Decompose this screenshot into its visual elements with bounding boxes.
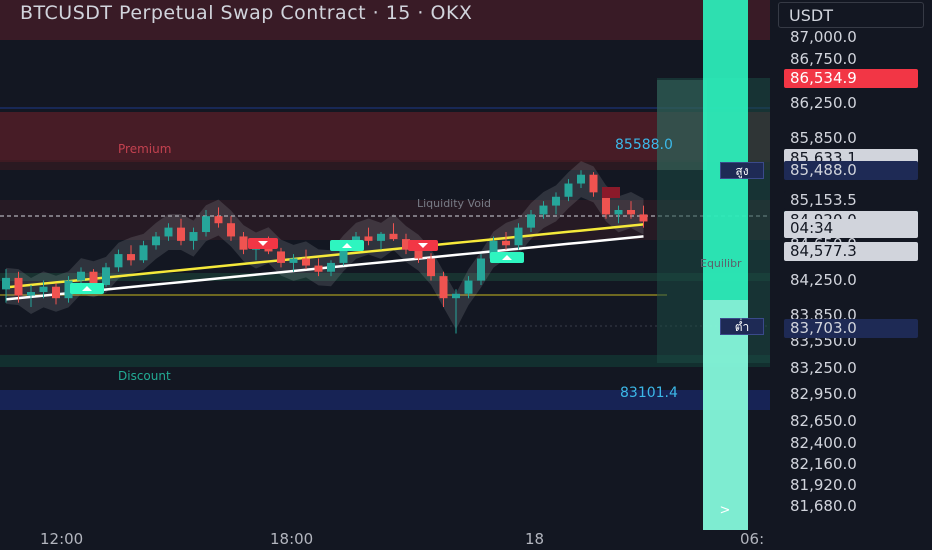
price-tag: 86,534.9 [784, 69, 918, 89]
premium-price-label: 85588.0 [615, 137, 673, 153]
candle-body [464, 280, 473, 294]
discount-label: Discount [118, 369, 171, 383]
candle-body [227, 223, 235, 237]
candle-body [514, 227, 523, 246]
candle-body [477, 258, 485, 281]
price-tick-label: 86,750.0 [790, 50, 857, 69]
candle-body [589, 174, 598, 193]
candle-body [289, 258, 298, 263]
price-tick-label: 85,850.0 [790, 129, 857, 148]
price-tag: 04:34 [784, 219, 918, 239]
liquidity-void-label: Liquidity Void [417, 197, 491, 210]
candle-body [27, 292, 35, 296]
candle-body [427, 258, 435, 277]
candle-body [564, 183, 573, 197]
price-tick-label: 82,650.0 [790, 411, 857, 430]
price-tick-label: 84,250.0 [790, 270, 857, 289]
time-tick-label: 18:00 [270, 530, 314, 548]
candle-body [39, 286, 48, 293]
candle-body [639, 214, 648, 222]
price-tag: 84,577.3 [784, 241, 918, 261]
candle-body [502, 240, 510, 246]
candle-body [14, 277, 23, 296]
candle-body [177, 227, 185, 241]
projection-upper [657, 80, 707, 170]
candle-body [89, 271, 98, 285]
time-tick-label: 12:00 [40, 530, 84, 548]
candle-body [114, 254, 123, 268]
price-tag: 83,703.0 [784, 318, 918, 338]
candle-body [414, 249, 423, 259]
candle-body [202, 216, 210, 233]
candle-body [552, 196, 560, 206]
candle-body [239, 236, 248, 250]
scroll-right-button[interactable]: > [703, 503, 747, 519]
chart-title: BTCUSDT Perpetual Swap Contract · 15 · O… [20, 2, 473, 24]
price-tick-label: 82,400.0 [790, 433, 857, 452]
supply-marker [602, 187, 620, 198]
candle-body [127, 254, 135, 261]
candle-body [439, 276, 448, 299]
price-tick-label: 82,950.0 [790, 385, 857, 404]
candle-body [614, 209, 623, 215]
candle-body [189, 232, 198, 241]
time-tick-label: 06: [740, 530, 765, 548]
discount-zone [0, 355, 770, 367]
candle-body [527, 214, 535, 228]
candle-body [52, 286, 60, 299]
price-axis[interactable]: 87,000.086,750.086,250.085,850.084,650.0… [770, 0, 932, 550]
candle-body [277, 251, 285, 263]
candle-body [389, 233, 398, 240]
candle-body [302, 258, 310, 266]
price-tick-label: 83,250.0 [790, 358, 857, 377]
candle-body [364, 236, 373, 241]
price-tick-label: 82,160.0 [790, 454, 857, 473]
price-tick-label: 87,000.0 [790, 28, 857, 46]
equilibrium-label: Equilibr [700, 257, 742, 270]
price-tick-label: 86,250.0 [790, 94, 857, 113]
candle-body [77, 271, 85, 281]
time-tick-label: 18 [525, 530, 545, 548]
price-tick-label: 81,680.0 [790, 497, 857, 516]
candle-body [327, 262, 335, 272]
candle-body [139, 245, 148, 261]
candle-body [164, 227, 173, 237]
premium-edge [0, 160, 770, 170]
low-tag: ต่ำ [720, 318, 764, 335]
candle-body [2, 277, 10, 290]
high-tag: สูง [720, 162, 764, 179]
candle-body [314, 265, 323, 272]
price-tag: 85,153.5 [784, 190, 918, 210]
candle-body [452, 293, 460, 299]
price-tick-label: 81,920.0 [790, 476, 857, 495]
discount-price-label: 83101.4 [620, 385, 678, 401]
candle-body [627, 209, 635, 215]
candle-body [102, 267, 110, 285]
price-tag: 85,488.0 [784, 161, 918, 181]
candle-body [214, 216, 223, 224]
premium-label: Premium [118, 142, 172, 156]
candle-body [539, 205, 548, 215]
candle-body [377, 233, 385, 241]
candle-body [577, 174, 585, 184]
candle-body [152, 236, 160, 246]
